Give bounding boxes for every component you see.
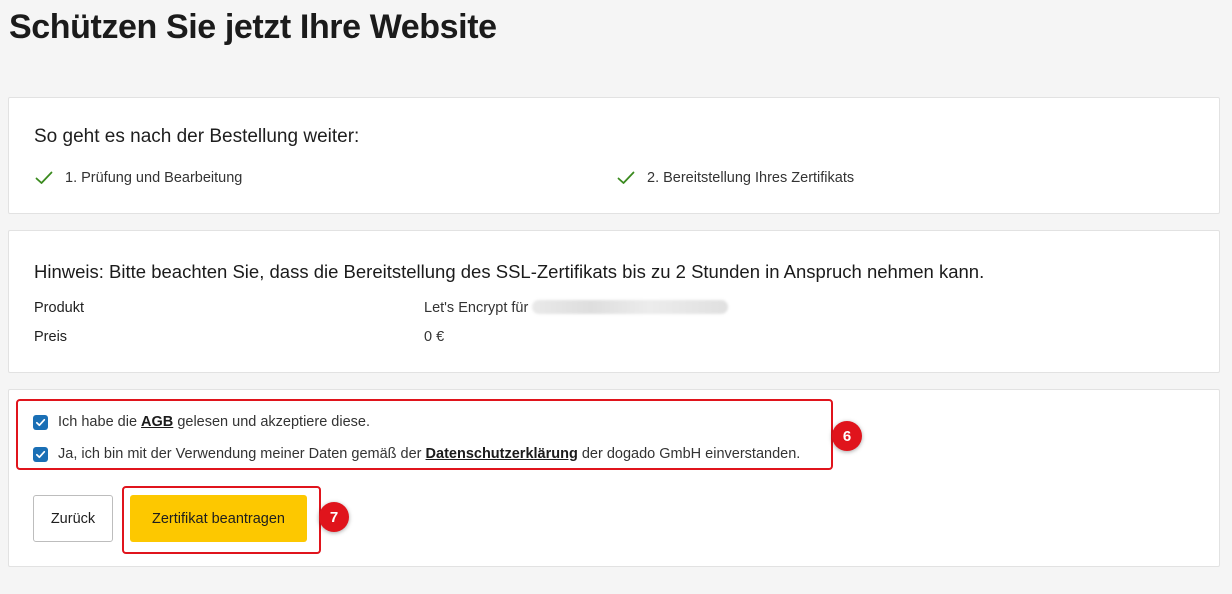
terms-text-after: gelesen und akzeptiere diese. bbox=[177, 414, 370, 430]
page-title: Schützen Sie jetzt Ihre Website bbox=[9, 8, 497, 46]
product-name: Let's Encrypt für bbox=[424, 300, 529, 316]
check-icon bbox=[617, 171, 635, 184]
terms-text-before: Ich habe die bbox=[58, 414, 138, 430]
terms-checkbox[interactable] bbox=[33, 414, 48, 430]
privacy-checkbox[interactable] bbox=[33, 446, 48, 462]
step-item-review: 1. Prüfung und Bearbeitung bbox=[35, 168, 242, 188]
check-icon bbox=[35, 171, 53, 184]
checkmark-icon bbox=[35, 450, 46, 458]
product-value: Let's Encrypt für bbox=[424, 300, 729, 316]
price-row: Preis 0 € bbox=[34, 329, 1194, 349]
request-certificate-button[interactable]: Zertifikat beantragen bbox=[130, 495, 307, 542]
next-steps-heading: So geht es nach der Bestellung weiter: bbox=[34, 126, 360, 147]
provisioning-notice: Hinweis: Bitte beachten Sie, dass die Be… bbox=[34, 261, 985, 282]
product-row: Produkt Let's Encrypt für bbox=[34, 300, 1194, 320]
privacy-consent-row[interactable]: Ja, ich bin mit der Verwendung meiner Da… bbox=[33, 444, 800, 464]
price-label: Preis bbox=[34, 329, 68, 345]
terms-consent-text: Ich habe die AGB gelesen und akzeptiere … bbox=[58, 414, 370, 430]
confirmation-card: Ich habe die AGB gelesen und akzeptiere … bbox=[8, 389, 1220, 567]
back-button[interactable]: Zurück bbox=[33, 495, 113, 542]
terms-consent-row[interactable]: Ich habe die AGB gelesen und akzeptiere … bbox=[33, 412, 370, 432]
step-marker-7: 7 bbox=[319, 502, 349, 532]
checkmark-icon bbox=[35, 418, 46, 426]
product-label: Produkt bbox=[34, 300, 84, 316]
agb-link[interactable]: AGB bbox=[141, 414, 173, 430]
step-marker-6: 6 bbox=[832, 421, 862, 451]
price-value: 0 € bbox=[424, 329, 445, 345]
privacy-policy-link[interactable]: Datenschutzerklärung bbox=[426, 446, 578, 462]
order-info-card: Hinweis: Bitte beachten Sie, dass die Be… bbox=[8, 230, 1220, 373]
privacy-text-before: Ja, ich bin mit der Verwendung meiner Da… bbox=[58, 446, 422, 462]
step-label: 2. Bereitstellung Ihres Zertifikats bbox=[647, 170, 855, 186]
redacted-domain bbox=[532, 300, 729, 314]
privacy-consent-text: Ja, ich bin mit der Verwendung meiner Da… bbox=[58, 446, 800, 462]
step-label: 1. Prüfung und Bearbeitung bbox=[65, 170, 243, 186]
next-steps-card: So geht es nach der Bestellung weiter: 1… bbox=[8, 97, 1220, 214]
step-item-provisioning: 2. Bereitstellung Ihres Zertifikats bbox=[617, 168, 854, 188]
order-page: Schützen Sie jetzt Ihre Website So geht … bbox=[0, 0, 1232, 594]
privacy-text-after: der dogado GmbH einverstanden. bbox=[581, 446, 801, 462]
